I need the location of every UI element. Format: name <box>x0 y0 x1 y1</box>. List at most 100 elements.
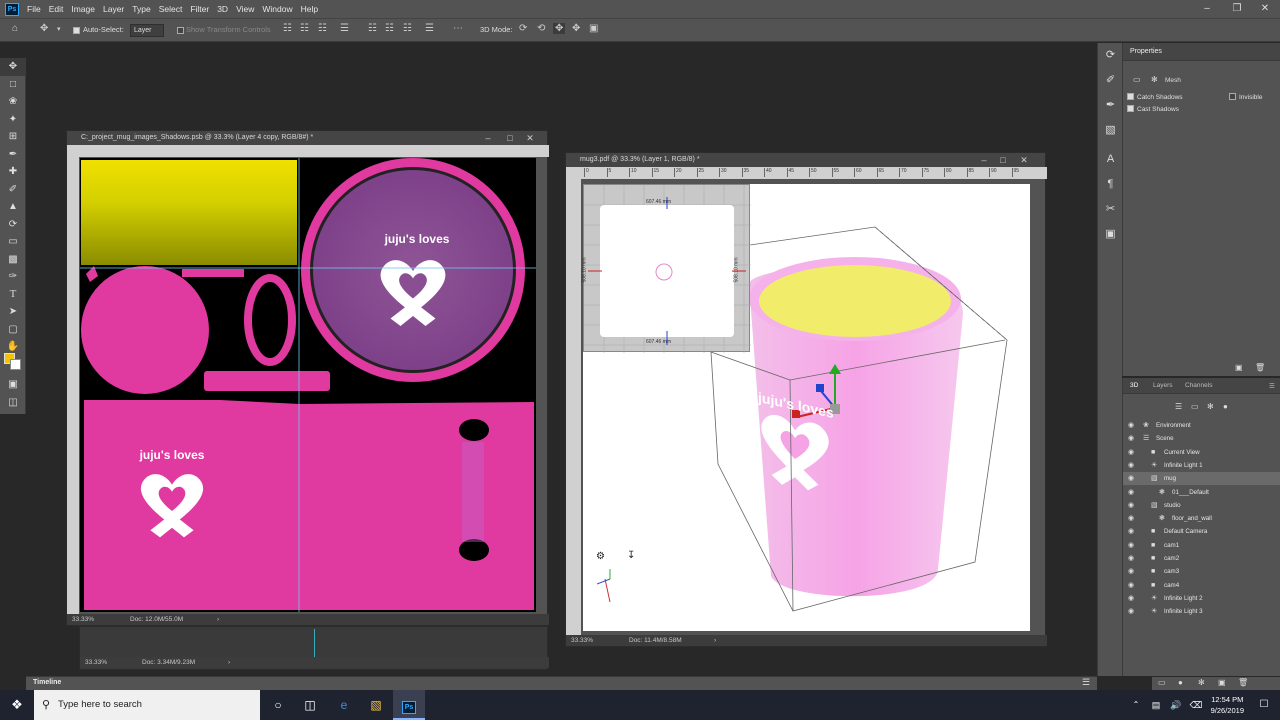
brushes-panel-icon[interactable]: ✒ <box>1098 93 1123 118</box>
chevron-right-icon[interactable]: › <box>217 614 219 625</box>
minimize-icon[interactable]: – <box>479 131 497 145</box>
close-icon[interactable]: ✕ <box>521 131 539 145</box>
scene-row[interactable]: ◉ ■ cam4 <box>1123 579 1280 592</box>
path-select-icon[interactable]: ➤ <box>0 303 26 321</box>
zoom-level[interactable]: 33.33% <box>571 635 593 646</box>
visibility-eye-icon[interactable]: ◉ <box>1128 499 1134 512</box>
visibility-eye-icon[interactable]: ◉ <box>1128 446 1134 459</box>
distribute-icon[interactable]: ☰ <box>340 23 349 34</box>
brush-settings-icon[interactable]: ✐ <box>1098 68 1123 93</box>
scale-3d-icon[interactable]: ▣ <box>589 23 598 34</box>
visibility-eye-icon[interactable]: ◉ <box>1128 579 1134 592</box>
scene-row[interactable]: ◉ ▧ studio <box>1123 499 1280 512</box>
menu-type[interactable]: Type <box>132 4 158 14</box>
marquee-tool-icon[interactable]: □ <box>0 76 26 94</box>
trash-icon[interactable]: 🗑 <box>1238 678 1248 687</box>
uv-overlay-panel[interactable]: 607.46 mm 607.46 mm 508.10 mm 508.10 mm <box>582 184 751 353</box>
cortana-icon[interactable]: ○ <box>262 690 294 720</box>
auto-select-dropdown[interactable]: Layer <box>130 24 164 37</box>
stamp-tool-icon[interactable]: ▲ <box>0 198 26 216</box>
scene-row[interactable]: ◉ ■ Current View <box>1123 446 1280 459</box>
menu-image[interactable]: Image <box>71 4 103 14</box>
move-tool-icon[interactable]: ✥ <box>0 58 26 76</box>
timeline-label[interactable]: Timeline <box>33 679 61 686</box>
paragraph-panel-icon[interactable]: ¶ <box>1098 172 1123 197</box>
chevron-right-icon[interactable]: › <box>228 657 230 668</box>
scene-row[interactable]: ◉ ■ cam1 <box>1123 539 1280 552</box>
meshes-filter-icon[interactable]: ▭ <box>1191 402 1199 411</box>
minimize-icon[interactable]: – <box>975 153 993 167</box>
history-brush-icon[interactable]: ⟳ <box>0 216 26 234</box>
add-material-icon[interactable]: ✻ <box>1198 678 1205 687</box>
visibility-eye-icon[interactable]: ◉ <box>1128 472 1134 485</box>
eraser-tool-icon[interactable]: ▭ <box>0 233 26 251</box>
panel-menu-icon[interactable]: ☰ <box>1082 677 1090 688</box>
quick-mask-icon[interactable]: ▣ <box>0 376 26 394</box>
quick-select-tool-icon[interactable]: ✦ <box>0 111 26 129</box>
more-options-icon[interactable]: ⋯ <box>453 23 463 34</box>
scene-row[interactable]: ◉ ☀ Infinite Light 1 <box>1123 459 1280 472</box>
mesh-icon[interactable]: ▭ <box>1133 75 1141 84</box>
show-transform-checkbox[interactable] <box>177 27 184 34</box>
menu-edit[interactable]: Edit <box>49 4 72 14</box>
restore-icon[interactable]: □ <box>501 131 519 145</box>
tab-properties[interactable]: Properties <box>1130 48 1162 55</box>
scene-row[interactable]: ◉ ■ cam3 <box>1123 565 1280 578</box>
healing-brush-icon[interactable]: ✚ <box>0 163 26 181</box>
windows-start-icon[interactable]: ❖ <box>0 690 34 720</box>
add-mesh-icon[interactable]: ▭ <box>1158 678 1166 687</box>
menu-file[interactable]: File <box>27 4 49 14</box>
lasso-tool-icon[interactable]: ❀ <box>0 93 26 111</box>
screen-mode-icon[interactable]: ◫ <box>0 394 26 412</box>
move-tool-icon[interactable]: ✥ <box>40 23 48 34</box>
visibility-eye-icon[interactable]: ◉ <box>1128 432 1134 445</box>
orbit-widget-icon[interactable]: ⚙ <box>596 551 605 562</box>
visibility-eye-icon[interactable]: ◉ <box>1128 459 1134 472</box>
whole-scene-filter-icon[interactable]: ☰ <box>1175 402 1182 411</box>
menu-filter[interactable]: Filter <box>190 4 217 14</box>
align-top-icon[interactable]: ☷ <box>368 23 377 34</box>
catch-shadows-option[interactable]: Catch Shadows <box>1127 93 1183 101</box>
render-icon[interactable]: ▣ <box>1235 363 1243 372</box>
scene-row[interactable]: ◉ ■ Default Camera <box>1123 525 1280 538</box>
background-color-swatch[interactable] <box>10 359 21 370</box>
3d-viewport[interactable]: juju's loves ⚙ ↧ 607.46 mm 607.46 mm 508… <box>582 184 1030 631</box>
visibility-eye-icon[interactable]: ◉ <box>1128 512 1134 525</box>
visibility-eye-icon[interactable]: ◉ <box>1128 592 1134 605</box>
roll-3d-icon[interactable]: ⟲ <box>537 23 545 34</box>
clone-source-icon[interactable]: ▧ <box>1098 118 1123 143</box>
menu-select[interactable]: Select <box>159 4 191 14</box>
slide-3d-icon[interactable]: ✥ <box>572 23 580 34</box>
scene-row[interactable]: ◉ ❃ floor_and_wall <box>1123 512 1280 525</box>
chevron-right-icon[interactable]: › <box>714 635 716 646</box>
visibility-eye-icon[interactable]: ◉ <box>1128 539 1134 552</box>
align-right-icon[interactable]: ☷ <box>318 23 327 34</box>
distribute-vertical-icon[interactable]: ☰ <box>425 23 434 34</box>
scene-row[interactable]: ◉ ▧ mug <box>1123 472 1280 486</box>
uv-texture-canvas[interactable] <box>80 158 536 612</box>
tools-panel-icon[interactable]: ✂ <box>1098 197 1123 222</box>
align-middle-icon[interactable]: ☷ <box>385 23 394 34</box>
document-tab-shadows[interactable]: C:_project_mug_images_Shadows.psb @ 33.3… <box>67 131 547 145</box>
tab-channels[interactable]: Channels <box>1185 382 1212 389</box>
trash-icon[interactable]: 🗑 <box>1255 363 1265 372</box>
3d-panel-icon[interactable]: ▣ <box>1098 222 1123 247</box>
type-tool-icon[interactable]: T <box>0 286 26 304</box>
file-explorer-icon[interactable]: ▧ <box>360 690 392 720</box>
tab-3d[interactable]: 3D <box>1130 382 1138 389</box>
scene-row[interactable]: ◉ ■ cam2 <box>1123 552 1280 565</box>
photoshop-taskbar-icon[interactable]: Ps <box>393 690 425 720</box>
menu-help[interactable]: Help <box>301 4 326 14</box>
character-panel-icon[interactable]: A <box>1098 147 1123 172</box>
restore-icon[interactable]: □ <box>994 153 1012 167</box>
menu-view[interactable]: View <box>236 4 262 14</box>
shape-tool-icon[interactable]: ▢ <box>0 321 26 339</box>
panel-menu-icon[interactable]: ☰ <box>1269 382 1275 390</box>
visibility-eye-icon[interactable]: ◉ <box>1128 605 1134 618</box>
add-light-icon[interactable]: ● <box>1178 678 1183 687</box>
lights-filter-icon[interactable]: ● <box>1223 402 1228 411</box>
visibility-eye-icon[interactable]: ◉ <box>1128 525 1134 538</box>
invisible-option[interactable]: Invisible <box>1229 93 1262 101</box>
auto-select-checkbox[interactable] <box>73 27 80 34</box>
chevron-down-icon[interactable]: ▾ <box>57 25 61 33</box>
